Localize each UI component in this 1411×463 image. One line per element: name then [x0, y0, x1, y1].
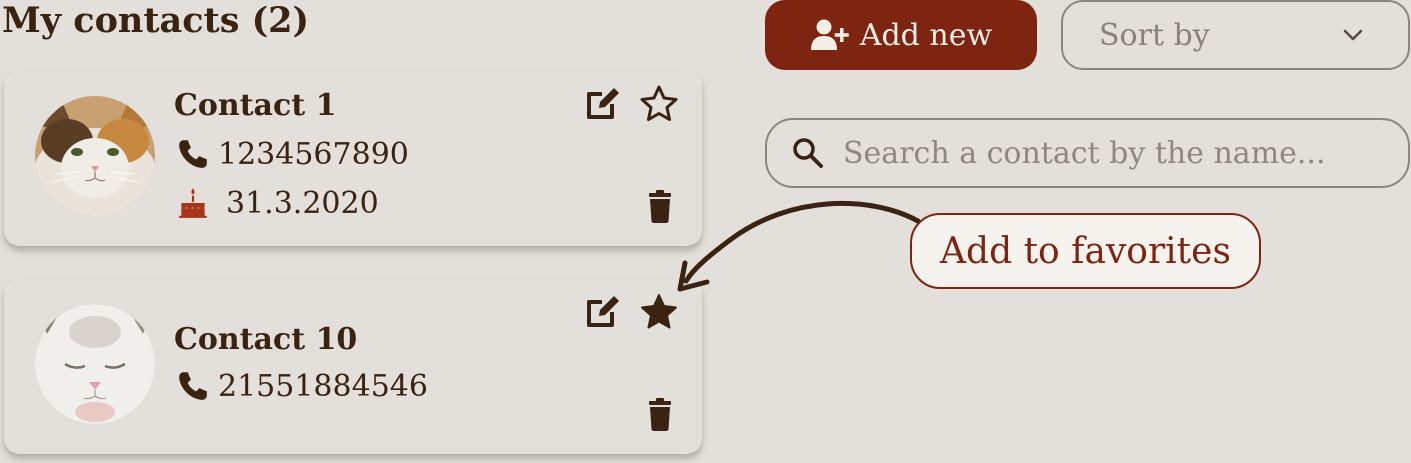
- phone-icon: [179, 140, 207, 168]
- star-icon: [640, 85, 678, 121]
- chevron-down-icon: [1343, 29, 1363, 41]
- phone-number: 21551884546: [218, 368, 428, 404]
- sort-label: Sort by: [1099, 17, 1210, 53]
- sort-select[interactable]: Sort by: [1061, 0, 1410, 70]
- contact-birthday: 31.3.2020: [176, 185, 379, 221]
- edit-icon: [587, 296, 619, 327]
- avatar: [35, 96, 155, 216]
- phone-number: 1234567890: [218, 136, 409, 172]
- delete-button[interactable]: [640, 394, 680, 434]
- phone-icon: [179, 372, 207, 400]
- add-new-button[interactable]: Add new: [765, 0, 1037, 70]
- contact-card: Contact 1 1234567890 31.3.2020: [4, 70, 702, 246]
- edit-button[interactable]: [582, 292, 622, 332]
- birthday-date: 31.3.2020: [226, 185, 379, 221]
- contact-phone: 21551884546: [176, 368, 428, 404]
- trash-icon: [649, 398, 671, 431]
- edit-icon: [587, 88, 619, 119]
- avatar: [35, 304, 155, 424]
- callout-arrow: [677, 200, 921, 292]
- edit-button[interactable]: [582, 84, 622, 124]
- contact-name: Contact 10: [174, 322, 358, 357]
- contact-card: Contact 10 21551884546: [4, 278, 702, 454]
- cake-icon: [179, 188, 207, 218]
- contact-phone: 1234567890: [176, 136, 409, 172]
- page-title: My contacts (2): [2, 0, 310, 41]
- search-placeholder: Search a contact by the name...: [843, 135, 1326, 171]
- user-plus-icon: [810, 19, 849, 50]
- add-new-label: Add new: [859, 17, 993, 53]
- star-icon: [641, 294, 677, 329]
- favorite-button[interactable]: [639, 292, 679, 332]
- search-input[interactable]: Search a contact by the name...: [765, 118, 1410, 188]
- search-icon: [793, 138, 823, 168]
- favorites-tooltip: Add to favorites: [910, 213, 1261, 289]
- favorite-button[interactable]: [639, 84, 679, 124]
- contact-name: Contact 1: [174, 88, 337, 123]
